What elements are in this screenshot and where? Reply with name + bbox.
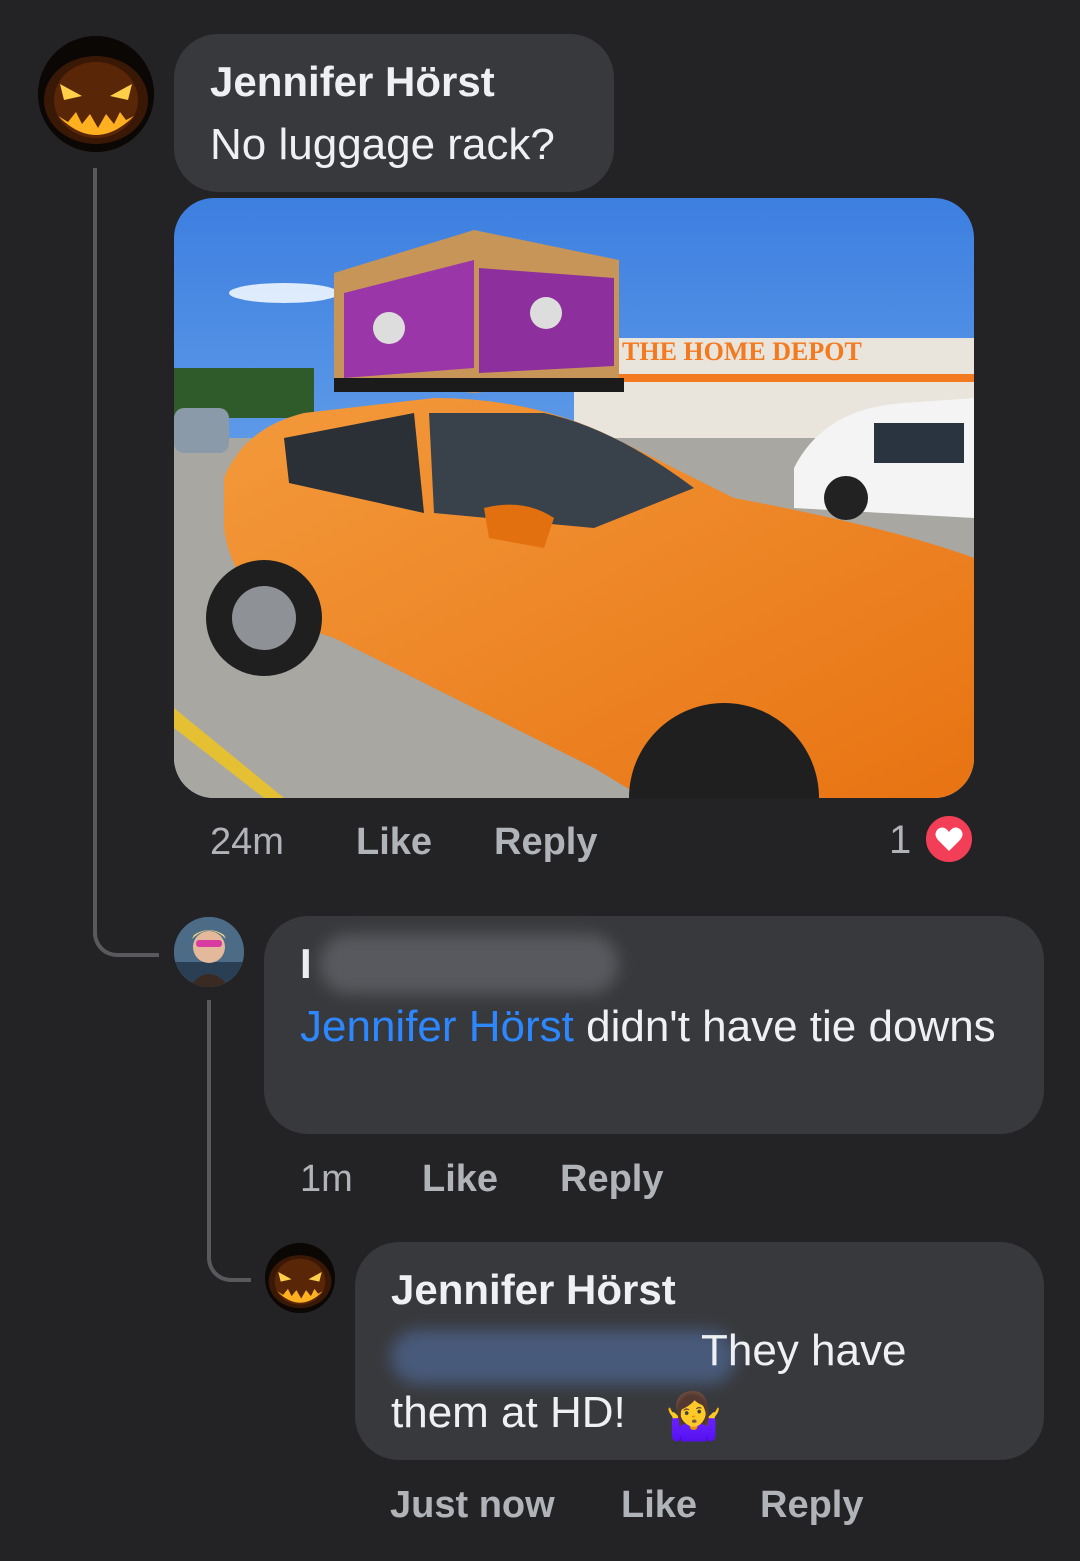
comment-text-3a: They have bbox=[701, 1326, 907, 1375]
comment-bubble-3[interactable]: Jennifer Hörst They have them at HD! 🤷‍♀… bbox=[355, 1242, 1044, 1460]
redacted-mention bbox=[391, 1330, 736, 1384]
store-sign: THE HOME DEPOT bbox=[622, 337, 862, 366]
person-avatar-icon bbox=[174, 917, 244, 987]
car-photo-illustration: THE HOME DEPOT bbox=[174, 198, 974, 798]
avatar-replier[interactable] bbox=[174, 917, 244, 987]
thread-line-2 bbox=[207, 1000, 251, 1282]
like-button-2[interactable]: Like bbox=[422, 1158, 498, 1201]
comment-author-2[interactable]: I bbox=[300, 940, 312, 988]
comment-author-3[interactable]: Jennifer Hörst bbox=[391, 1266, 676, 1314]
shrug-emoji-icon: 🤷‍♀️ bbox=[665, 1390, 723, 1442]
comment-time-1: 24m bbox=[210, 821, 284, 863]
like-button-1[interactable]: Like bbox=[356, 821, 432, 864]
pumpkin-avatar-icon bbox=[265, 1243, 335, 1313]
thread-line-1 bbox=[93, 168, 159, 957]
reply-button-3[interactable]: Reply bbox=[760, 1484, 863, 1527]
reaction-count-1[interactable]: 1 bbox=[889, 818, 911, 863]
comment-text-3b: them at HD! bbox=[391, 1388, 626, 1437]
pumpkin-avatar-icon bbox=[38, 36, 154, 152]
mention-link-jennifer[interactable]: Jennifer Hörst bbox=[300, 1002, 574, 1051]
comment-author-1[interactable]: Jennifer Hörst bbox=[210, 58, 495, 106]
like-button-3[interactable]: Like bbox=[621, 1484, 697, 1527]
redacted-author-name bbox=[319, 934, 619, 994]
reply-button-2[interactable]: Reply bbox=[560, 1158, 663, 1201]
comment-text-1: No luggage rack? bbox=[210, 120, 555, 169]
comment-text-2: Jennifer Hörst didn't have tie downs bbox=[300, 1002, 996, 1051]
comment-bubble-1[interactable]: Jennifer Hörst No luggage rack? bbox=[174, 34, 614, 192]
heart-icon[interactable] bbox=[924, 814, 974, 864]
comment-photo[interactable]: THE HOME DEPOT bbox=[174, 198, 974, 798]
comment-time-2: 1m bbox=[300, 1158, 353, 1200]
avatar-jennifer-small[interactable] bbox=[265, 1243, 335, 1313]
comment-bubble-2[interactable]: I Jennifer Hörst didn't have tie downs bbox=[264, 916, 1044, 1134]
avatar-jennifer[interactable] bbox=[38, 36, 154, 152]
comment-time-3: Just now bbox=[390, 1484, 555, 1526]
reply-button-1[interactable]: Reply bbox=[494, 821, 597, 864]
